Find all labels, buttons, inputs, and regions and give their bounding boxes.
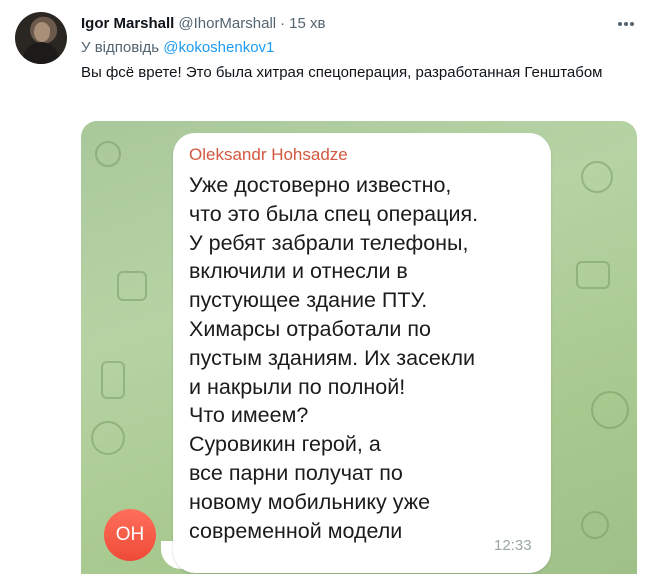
separator-dot: · — [280, 14, 286, 32]
message-text: Уже достоверно известно, что это была сп… — [189, 173, 479, 543]
user-handle[interactable]: @IhorMarshall — [178, 15, 276, 32]
sender-avatar: OH — [104, 509, 156, 561]
more-dot — [630, 22, 634, 26]
user-avatar[interactable] — [15, 12, 67, 64]
message-sender-name: Oleksandr Hohsadze — [189, 145, 348, 164]
background-doodle — [591, 391, 629, 429]
reply-prefix: У відповідь — [81, 39, 160, 56]
message-time: 12:33 — [494, 537, 532, 554]
tweet-header: Igor Marshall @IhorMarshall · 15 хв — [81, 13, 325, 33]
reply-mention-link[interactable]: @kokoshenkov1 — [163, 39, 274, 56]
more-dot — [624, 22, 628, 26]
tweet-media-image[interactable]: Oleksandr Hohsadze Уже достоверно извест… — [81, 121, 637, 574]
tweet-text: Вы фсё врете! Это была хитрая спецоперац… — [81, 64, 603, 81]
background-doodle — [91, 421, 125, 455]
tweet-time[interactable]: 15 хв — [289, 15, 325, 32]
background-doodle — [95, 141, 121, 167]
avatar-shoulders — [23, 42, 59, 64]
background-doodle — [581, 161, 613, 193]
background-doodle — [101, 361, 125, 399]
background-doodle — [576, 261, 610, 289]
reply-context: У відповідь @kokoshenkov1 — [81, 39, 274, 56]
avatar-face — [34, 22, 50, 42]
background-doodle — [117, 271, 147, 301]
more-dot — [618, 22, 622, 26]
more-horizontal-icon[interactable] — [614, 12, 638, 36]
background-doodle — [581, 511, 609, 539]
tweet-card[interactable]: Igor Marshall @IhorMarshall · 15 хв У ві… — [0, 0, 650, 574]
display-name[interactable]: Igor Marshall — [81, 15, 174, 32]
